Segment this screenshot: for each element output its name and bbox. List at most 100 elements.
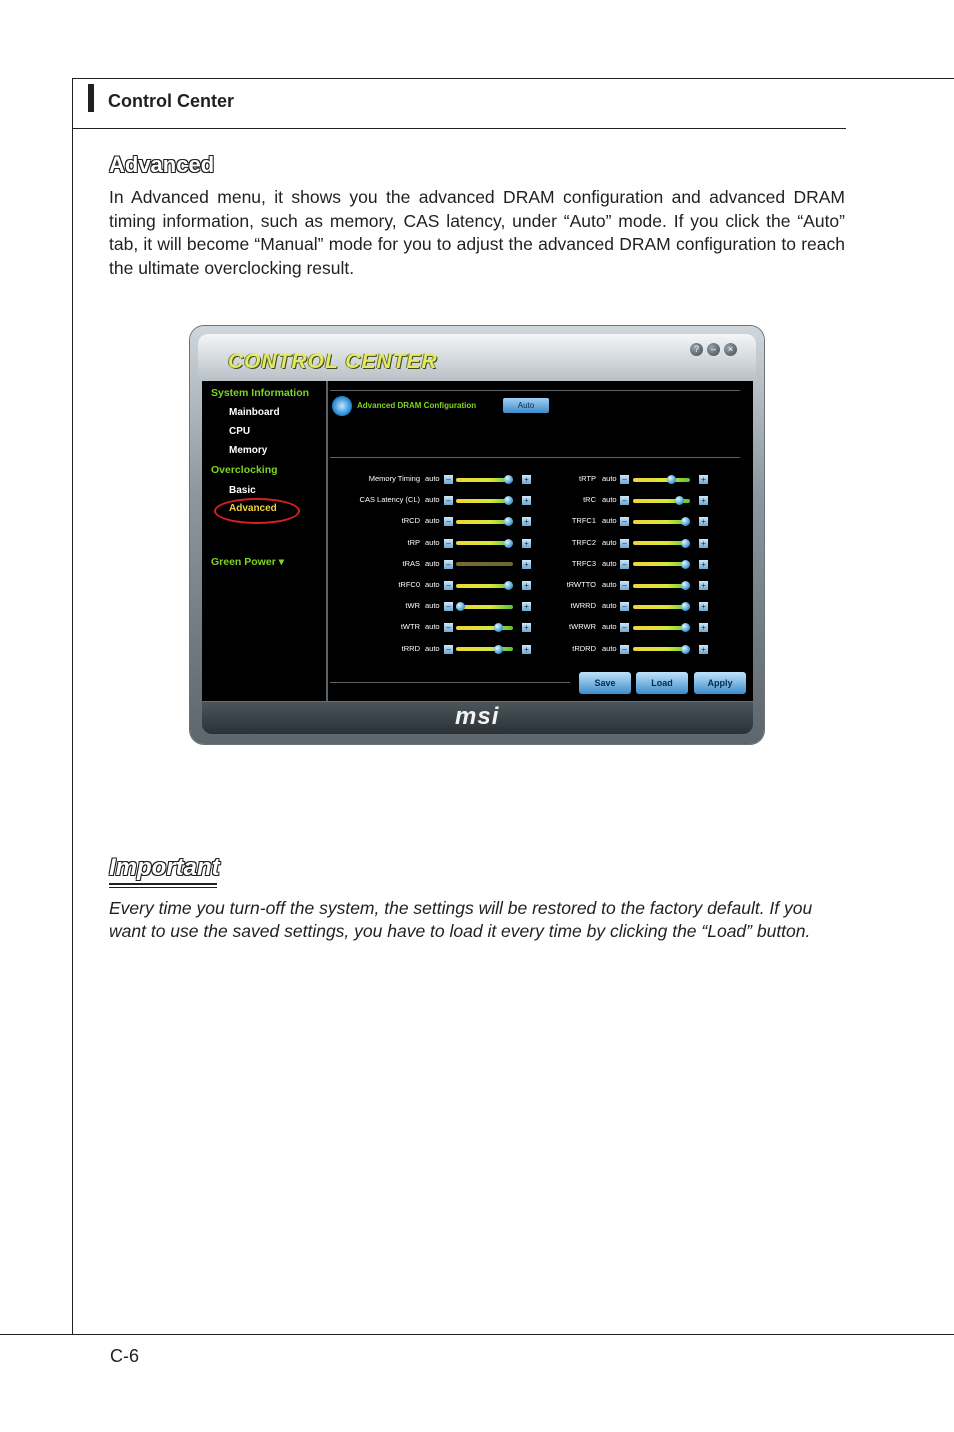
increase-button[interactable]: +	[699, 644, 708, 654]
important-heading: Important	[109, 854, 220, 881]
panel-rule-top	[330, 390, 740, 391]
app-logo: CONTROL CENTER	[228, 350, 438, 373]
sidebar-item-cpu[interactable]: CPU	[229, 426, 250, 437]
section-body: In Advanced menu, it shows you the advan…	[109, 187, 845, 278]
increase-button[interactable]: +	[699, 475, 708, 484]
decrease-button[interactable]: –	[620, 559, 629, 569]
page-number: C-6	[110, 1346, 140, 1366]
running-header: Control Center	[108, 91, 234, 111]
timing-value: auto	[425, 516, 440, 526]
timing-slider-thumb[interactable]	[494, 644, 504, 654]
left-rule	[72, 78, 73, 1334]
increase-button[interactable]: +	[699, 623, 708, 633]
increase-button[interactable]: +	[699, 538, 708, 548]
timing-slider-track[interactable]	[456, 625, 513, 630]
timing-label: TRFC1	[571, 516, 596, 526]
decrease-button[interactable]: –	[620, 475, 629, 484]
timing-value: auto	[602, 622, 617, 632]
decrease-button[interactable]: –	[620, 602, 629, 612]
increase-button[interactable]: +	[699, 602, 708, 612]
decrease-button[interactable]: –	[444, 602, 453, 612]
auto-button[interactable]: Auto	[503, 398, 549, 413]
decrease-button[interactable]: –	[444, 559, 453, 569]
decrease-button[interactable]: –	[444, 496, 453, 506]
important-underline	[109, 883, 217, 885]
apply-button[interactable]: Apply	[694, 672, 746, 694]
timing-slider-thumb[interactable]	[680, 581, 690, 590]
help-icon[interactable]: ?	[690, 343, 703, 356]
sidebar-item-mainboard[interactable]: Mainboard	[229, 407, 280, 418]
timing-label: tRP	[407, 537, 420, 547]
timing-slider-track[interactable]	[456, 647, 513, 652]
decrease-button[interactable]: –	[444, 623, 453, 633]
timing-slider-thumb[interactable]	[680, 538, 690, 548]
timing-value: auto	[425, 558, 440, 568]
timing-label: tRC	[583, 495, 596, 505]
timing-slider-thumb[interactable]	[680, 644, 690, 654]
timing-value: auto	[602, 580, 617, 589]
dram-config-icon	[332, 396, 352, 416]
decrease-button[interactable]: –	[444, 644, 453, 654]
timing-value: auto	[602, 495, 617, 505]
decrease-button[interactable]: –	[620, 496, 629, 506]
timing-label: TRFC3	[571, 558, 596, 568]
timing-value: auto	[425, 580, 440, 589]
increase-button[interactable]: +	[699, 496, 708, 506]
timing-value: auto	[425, 537, 440, 547]
timing-value: auto	[602, 474, 617, 483]
timing-value: auto	[602, 516, 617, 526]
sidebar-item-overclocking[interactable]: Overclocking	[211, 464, 278, 476]
section-title: Advanced	[109, 152, 215, 177]
decrease-button[interactable]: –	[444, 581, 453, 590]
timing-label: tRTP	[579, 474, 596, 483]
decrease-button[interactable]: –	[620, 644, 629, 654]
timing-value: auto	[602, 558, 617, 568]
timing-label: tRFC0	[398, 580, 420, 589]
sidebar-divider	[326, 381, 328, 701]
sidebar-item-basic[interactable]: Basic	[229, 485, 256, 496]
timing-label: tWRRD	[570, 601, 596, 611]
sidebar-item-system-information[interactable]: System Information	[211, 387, 309, 399]
timing-slider-track[interactable]	[456, 562, 513, 567]
increase-button[interactable]: +	[699, 559, 708, 569]
timing-label: tWR	[405, 601, 420, 611]
timing-label: tWRWR	[569, 622, 596, 632]
close-icon[interactable]: ×	[724, 343, 737, 356]
panel-rule-mid	[330, 457, 740, 458]
timing-label: tWTR	[400, 622, 420, 632]
decrease-button[interactable]: –	[620, 517, 629, 527]
increase-button[interactable]: +	[699, 581, 708, 590]
timing-value: auto	[425, 474, 440, 483]
top-rule	[72, 78, 954, 79]
timing-value: auto	[425, 495, 440, 505]
minimize-icon[interactable]: –	[707, 343, 720, 356]
header-marker	[88, 84, 94, 112]
decrease-button[interactable]: –	[444, 538, 453, 548]
header-rule	[72, 128, 846, 129]
timing-label: tRWTTO	[566, 580, 596, 589]
timing-label: tRRD	[401, 643, 420, 653]
decrease-button[interactable]: –	[620, 538, 629, 548]
decrease-button[interactable]: –	[444, 517, 453, 527]
increase-button[interactable]: +	[699, 517, 708, 527]
timing-label: Memory Timing	[368, 474, 420, 483]
timing-label: TRFC2	[571, 537, 596, 547]
timing-value: auto	[425, 601, 440, 611]
timing-slider-thumb[interactable]	[680, 559, 690, 569]
decrease-button[interactable]: –	[620, 623, 629, 633]
highlight-circle	[214, 498, 300, 524]
decrease-button[interactable]: –	[444, 475, 453, 484]
sidebar-item-green-power[interactable]: Green Power ▾	[211, 556, 284, 568]
timing-value: auto	[425, 643, 440, 653]
panel-title: Advanced DRAM Configuration	[357, 401, 477, 410]
save-button[interactable]: Save	[579, 672, 631, 694]
timing-value: auto	[602, 601, 617, 611]
timing-slider-track[interactable]	[633, 477, 690, 482]
timing-label: tRCD	[401, 516, 420, 526]
timing-value: auto	[602, 643, 617, 653]
decrease-button[interactable]: –	[620, 581, 629, 590]
panel-rule-bottom	[330, 682, 570, 683]
load-button[interactable]: Load	[636, 672, 688, 694]
timing-label: tRDRD	[572, 643, 596, 653]
sidebar-item-memory[interactable]: Memory	[229, 445, 267, 456]
